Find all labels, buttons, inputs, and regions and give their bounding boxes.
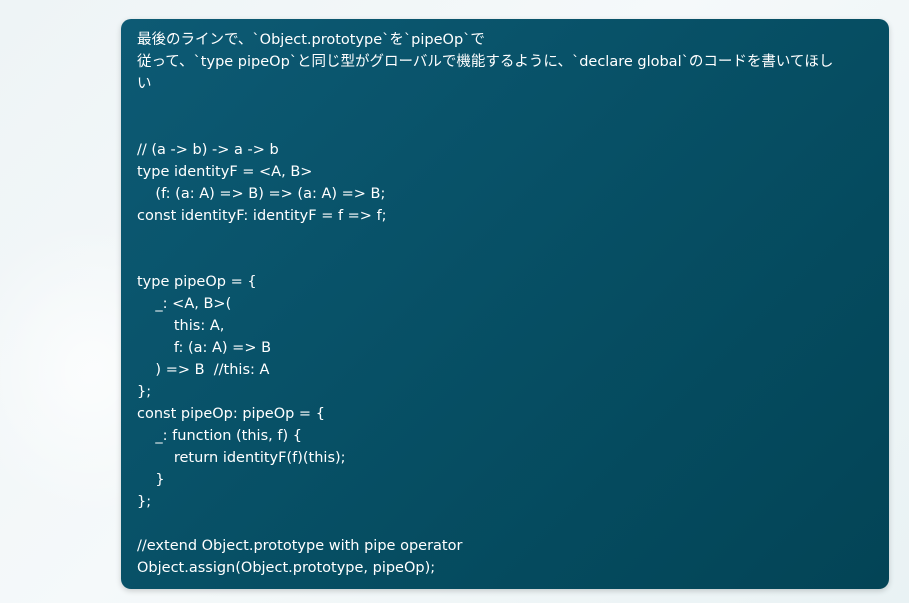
message-line — [137, 227, 875, 249]
message-line: const identityF: identityF = f => f; — [137, 208, 387, 224]
message-line: //extend Object.prototype with pipe oper… — [137, 538, 463, 554]
message-line — [137, 95, 875, 117]
message-line: f: (a: A) => B — [137, 340, 272, 356]
message-line: い — [137, 76, 152, 92]
message-line: Object.assign(Object.prototype, pipeOp); — [137, 560, 436, 576]
message-line: type identityF = <A, B> — [137, 164, 313, 180]
user-message-bubble: 最後のラインで、`Object.prototype`を`pipeOp`で 従って… — [121, 19, 889, 589]
message-line: (f: (a: A) => B) => (a: A) => B; — [137, 186, 386, 202]
message-line — [137, 513, 875, 535]
message-line: ) => B //this: A — [137, 362, 270, 378]
message-line: _: <A, B>( — [137, 296, 232, 312]
message-line: }; — [137, 384, 152, 400]
message-line: 従って、`type pipeOp`と同じ型がグローバルで機能するように、`dec… — [137, 54, 834, 70]
message-line: type pipeOp = { — [137, 274, 257, 290]
message-line — [137, 117, 875, 139]
message-line: _: function (this, f) { — [137, 428, 302, 444]
message-line: 最後のラインで、`Object.prototype`を`pipeOp`で — [137, 32, 485, 48]
message-line: } — [137, 472, 165, 488]
message-line: const pipeOp: pipeOp = { — [137, 406, 325, 422]
message-line: // (a -> b) -> a -> b — [137, 142, 279, 158]
message-line — [137, 249, 875, 271]
message-line: return identityF(f)(this); — [137, 450, 346, 466]
message-line: }; — [137, 494, 152, 510]
message-line: this: A, — [137, 318, 225, 334]
